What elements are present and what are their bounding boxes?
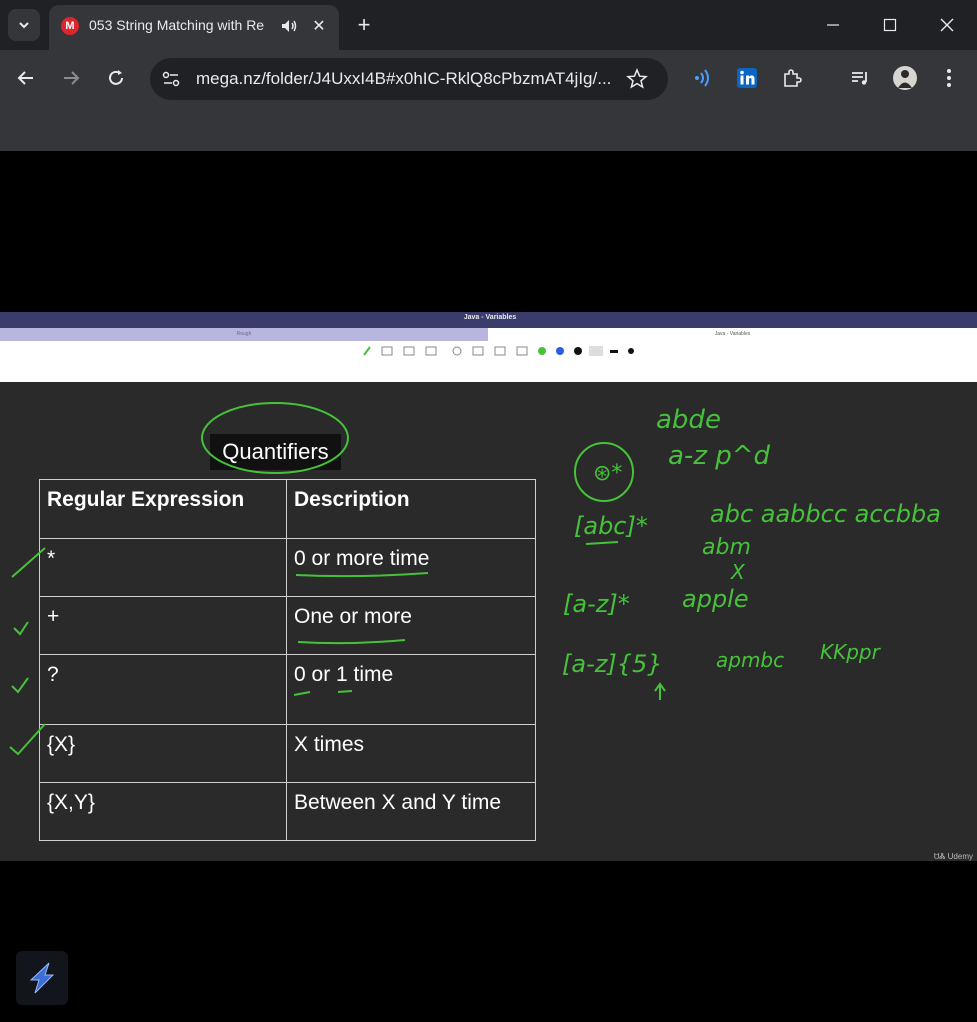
handwriting-text: apple (682, 585, 749, 613)
table-cell-expr: {X} (39, 724, 287, 783)
extension-audio-icon[interactable] (688, 64, 716, 92)
slide-app-tabs: Rough Java - Variables (0, 328, 977, 341)
new-tab-button[interactable]: + (353, 12, 375, 37)
table-header: Regular Expression (39, 479, 287, 539)
slide-margin (0, 360, 977, 378)
tab-title: 053 String Matching with Re (89, 17, 265, 33)
pen-tools-icon (363, 346, 634, 356)
table-row: {X} X times (39, 724, 536, 783)
browser-window: M 053 String Matching with Re ✕ + mega.n… (0, 0, 977, 151)
table-cell-desc: 0 or more time (286, 538, 536, 597)
slide-canvas: Quantifiers Regular Expression Descripti… (0, 378, 977, 861)
minimize-button[interactable] (820, 12, 846, 38)
tab-search-button[interactable] (8, 9, 40, 41)
table-row: + One or more (39, 596, 536, 655)
table-cell-expr: ? (39, 654, 287, 725)
check-mark (13, 621, 29, 636)
tab-strip: M 053 String Matching with Re ✕ + (0, 0, 977, 50)
table-cell-desc: 0 or 1 time (286, 654, 536, 725)
forward-button[interactable] (57, 64, 85, 92)
handwriting-text: abde (656, 405, 721, 435)
toolbar-lower-area (0, 106, 977, 151)
maximize-button[interactable] (877, 12, 903, 38)
star-mark: ⊛* (593, 461, 622, 486)
table-row: {X,Y} Between X and Y time (39, 782, 536, 841)
profile-avatar[interactable] (891, 64, 919, 92)
star-icon[interactable] (626, 68, 648, 90)
arrow-left-icon (17, 71, 33, 85)
tab-close-icon[interactable]: ✕ (310, 17, 328, 35)
app-shortcut-icon[interactable] (16, 951, 68, 1005)
video-player[interactable]: Java - Variables Rough Java - Variables … (0, 312, 977, 861)
reload-icon (109, 70, 123, 85)
slide-pen-toolbar (0, 341, 977, 361)
browser-toolbar: mega.nz/folder/J4UxxI4B#x0hIC-RklQ8cPbzm… (0, 50, 977, 106)
mega-favicon-icon: M (61, 17, 79, 35)
handwriting-text: apmbc (716, 648, 784, 672)
table-cell-desc: X times (286, 724, 536, 783)
close-window-button[interactable] (934, 12, 960, 38)
table-header-row: Regular Expression Description (39, 479, 536, 539)
linkedin-icon[interactable] (733, 64, 761, 92)
table-row: ? 0 or 1 time (39, 654, 536, 725)
chevron-down-icon (19, 22, 29, 29)
slide-heading: Quantifiers (210, 434, 341, 470)
handwriting-text: X (730, 560, 746, 584)
table-header: Description (286, 479, 536, 539)
check-mark (11, 677, 29, 694)
handwriting-text: KKppr (820, 640, 882, 664)
handwriting-text: [a-z]{5} (562, 650, 663, 678)
quantifiers-table: Regular Expression Description * 0 or mo… (39, 479, 536, 841)
table-cell-desc: Between X and Y time (286, 782, 536, 841)
arrow-right-icon (64, 71, 80, 85)
table-cell-expr: + (39, 596, 287, 655)
table-cell-expr: * (39, 538, 287, 597)
handwriting-text: a-z p^d (668, 441, 771, 471)
back-button[interactable] (12, 64, 40, 92)
handwriting-text: [abc]* (574, 512, 648, 540)
site-info-icon[interactable] (160, 68, 182, 90)
table-row: * 0 or more time (39, 538, 536, 597)
address-bar[interactable]: mega.nz/folder/J4UxxI4B#x0hIC-RklQ8cPbzm… (150, 58, 668, 100)
slide-tab-java-variables: Java - Variables (488, 328, 977, 341)
handwriting-text: abc aabbcc accbba (710, 500, 941, 528)
reload-button[interactable] (102, 64, 130, 92)
close-icon (940, 18, 954, 32)
table-cell-desc: One or more (286, 596, 536, 655)
table-cell-expr: {X,Y} (39, 782, 287, 841)
underline-mark (585, 541, 619, 545)
handwriting-text: [a-z]* (563, 590, 630, 618)
media-control-icon[interactable] (846, 64, 874, 92)
star-circle-mark (574, 442, 634, 502)
udemy-logo-icon: ᏌᏜ (934, 852, 948, 861)
browser-tab[interactable]: M 053 String Matching with Re ✕ (49, 5, 339, 50)
arrow-up-icon (654, 682, 666, 700)
slide-app-title: Java - Variables (463, 314, 517, 321)
url-text[interactable]: mega.nz/folder/J4UxxI4B#x0hIC-RklQ8cPbzm… (196, 69, 616, 91)
extensions-puzzle-icon[interactable] (778, 64, 806, 92)
maximize-icon (883, 18, 897, 32)
handwriting-text: abm (702, 535, 751, 560)
udemy-watermark: ᏌᏜ Udemy (934, 852, 974, 864)
slide-tab-rough: Rough (0, 328, 488, 341)
kebab-menu-icon[interactable] (935, 64, 963, 92)
minimize-icon (827, 24, 839, 26)
watermark-text: Udemy (947, 852, 973, 861)
speaker-icon[interactable] (279, 16, 299, 36)
slide-app-titlebar: Java - Variables (0, 312, 977, 328)
